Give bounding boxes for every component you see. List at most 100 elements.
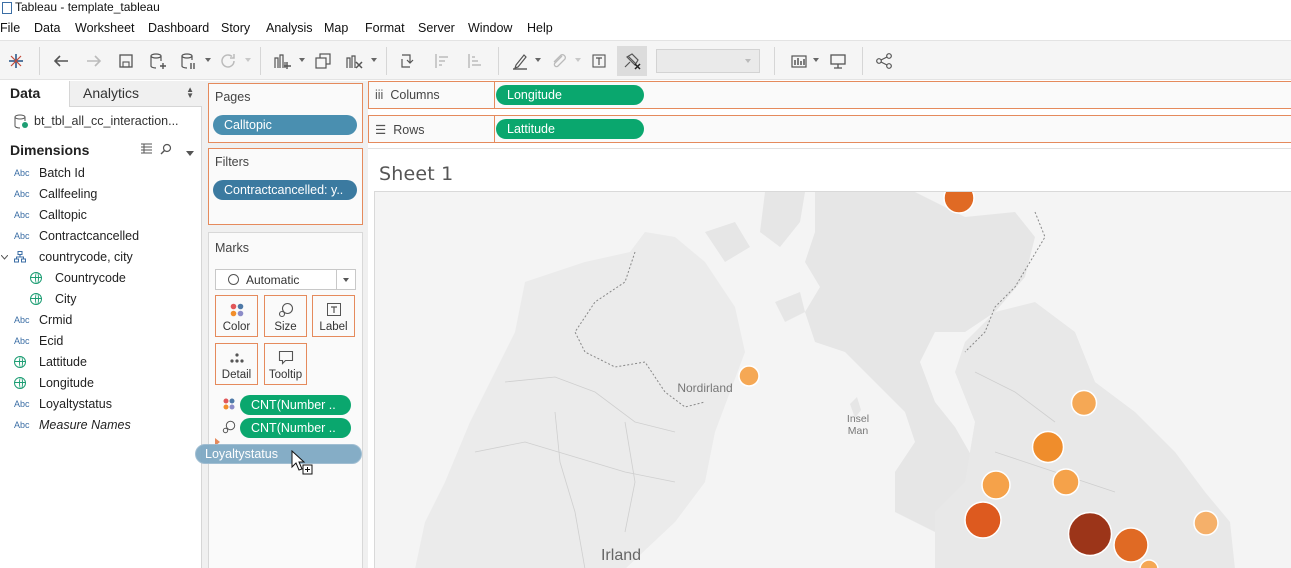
rows-pill-lattitude[interactable]: Lattitude — [496, 119, 644, 139]
field-ecid[interactable]: Abc Ecid — [14, 333, 194, 351]
undo-icon[interactable] — [49, 49, 73, 73]
pause-updates-icon[interactable] — [177, 49, 201, 73]
menu-file[interactable]: File — [0, 21, 20, 35]
datasource-item[interactable]: bt_tbl_all_cc_interaction... — [14, 113, 199, 131]
mark-type-select[interactable]: Automatic — [215, 269, 356, 290]
refresh-icon[interactable] — [216, 49, 240, 73]
string-type-icon: Abc — [14, 420, 30, 430]
menu-help[interactable]: Help — [527, 21, 553, 35]
app-icon — [2, 2, 12, 14]
datasource-icon — [14, 114, 28, 129]
menu-server[interactable]: Server — [418, 21, 455, 35]
view-list-icon[interactable] — [140, 143, 153, 157]
menu-dashboard[interactable]: Dashboard — [148, 21, 209, 35]
map-canvas: Nordirland Insel Man Irland — [375, 192, 1291, 568]
menu-format[interactable]: Format — [365, 21, 405, 35]
circle-mark-icon — [228, 274, 239, 285]
new-worksheet-icon[interactable] — [270, 49, 294, 73]
map-mark — [1031, 430, 1065, 464]
redo-icon[interactable] — [82, 49, 106, 73]
dimensions-heading: Dimensions — [10, 142, 90, 158]
filters-heading: Filters — [215, 155, 250, 169]
field-loyaltystatus[interactable]: Abc Loyaltystatus — [14, 396, 194, 414]
clear-sheet-icon[interactable] — [342, 49, 366, 73]
rows-shelf[interactable]: ☰ Rows Lattitude — [368, 115, 1291, 143]
menu-bar: File Data Worksheet Dashboard Story Anal… — [0, 18, 1291, 38]
pages-heading: Pages — [215, 90, 251, 104]
sort-descending-icon[interactable] — [463, 49, 487, 73]
field-hierarchy-countrycode-city[interactable]: countrycode, city — [0, 249, 194, 267]
data-pane: Data Analytics ▲ ▼ bt_tbl_all_cc_interact… — [0, 81, 202, 568]
map-view[interactable]: Nordirland Insel Man Irland — [374, 191, 1291, 568]
group-icon[interactable] — [547, 49, 571, 73]
duplicate-sheet-icon[interactable] — [311, 49, 335, 73]
drag-cursor-icon — [291, 450, 313, 475]
field-contractcancelled[interactable]: Abc Contractcancelled — [14, 228, 194, 246]
save-icon[interactable] — [114, 49, 138, 73]
pane-menu-chevron-icon[interactable] — [186, 147, 194, 159]
cards-pane: Pages Calltopic Filters Contractcancelle… — [202, 81, 368, 568]
map-mark — [738, 365, 760, 387]
filters-shelf[interactable]: Filters Contractcancelled: y.. — [208, 148, 363, 225]
field-crmid[interactable]: Abc Crmid — [14, 312, 194, 330]
chevron-down-icon[interactable] — [1, 255, 8, 260]
map-label-insel-man: Insel Man — [847, 413, 869, 437]
fit-select[interactable] — [656, 49, 760, 73]
chevron-down-icon[interactable] — [336, 270, 355, 289]
columns-shelf[interactable]: iii Columns Longitude — [368, 81, 1291, 109]
globe-icon — [30, 272, 42, 284]
map-mark — [981, 470, 1011, 500]
chevron-down-icon — [745, 59, 751, 63]
marks-size-button[interactable]: Size — [264, 295, 307, 337]
presentation-icon[interactable] — [826, 49, 850, 73]
menu-worksheet[interactable]: Worksheet — [75, 21, 135, 35]
datasource-name: bt_tbl_all_cc_interaction... — [34, 114, 179, 128]
highlight-icon[interactable] — [508, 49, 532, 73]
field-calltopic[interactable]: Abc Calltopic — [14, 207, 194, 225]
field-longitude[interactable]: Longitude — [14, 375, 194, 393]
field-callfeeling[interactable]: Abc Callfeeling — [14, 186, 194, 204]
field-countrycode[interactable]: Countrycode — [30, 270, 195, 288]
marks-color-button[interactable]: Color — [215, 295, 258, 337]
new-data-source-icon[interactable] — [146, 49, 170, 73]
fix-axes-icon[interactable] — [620, 49, 644, 73]
marks-tooltip-button[interactable]: Tooltip — [264, 343, 307, 385]
tab-analytics[interactable]: Analytics ▲ ▼ — [69, 81, 202, 107]
filter-pill-contractcancelled[interactable]: Contractcancelled: y.. — [213, 180, 357, 200]
field-measure-names[interactable]: Abc Measure Names — [14, 417, 194, 435]
menu-analysis[interactable]: Analysis — [266, 21, 313, 35]
sort-ascending-icon[interactable] — [430, 49, 454, 73]
menu-data[interactable]: Data — [34, 21, 60, 35]
tableau-logo-icon[interactable] — [4, 49, 28, 73]
menu-map[interactable]: Map — [324, 21, 348, 35]
marks-label-button[interactable]: Label — [312, 295, 355, 337]
color-icon — [230, 303, 244, 317]
show-labels-icon[interactable] — [587, 49, 611, 73]
share-icon[interactable] — [872, 49, 896, 73]
sheet-title[interactable]: Sheet 1 — [379, 163, 453, 185]
string-type-icon: Abc — [14, 399, 30, 409]
pages-pill-calltopic[interactable]: Calltopic — [213, 115, 357, 135]
pages-shelf[interactable]: Pages Calltopic — [208, 83, 363, 143]
marks-detail-button[interactable]: Detail — [215, 343, 258, 385]
columns-pill-longitude[interactable]: Longitude — [496, 85, 644, 105]
marks-heading: Marks — [215, 241, 250, 255]
field-batch-id[interactable]: Abc Batch Id — [14, 165, 194, 183]
rows-icon: ☰ — [375, 123, 387, 137]
show-me-icon[interactable] — [787, 49, 811, 73]
globe-icon — [30, 293, 42, 305]
swap-icon[interactable] — [396, 49, 420, 73]
tab-data[interactable]: Data — [0, 81, 69, 107]
marks-color-pill[interactable]: CNT(Number .. — [240, 395, 351, 415]
map-mark — [1052, 468, 1080, 496]
search-icon[interactable] — [160, 143, 172, 158]
menu-window[interactable]: Window — [468, 21, 512, 35]
string-type-icon: Abc — [14, 168, 30, 178]
field-lattitude[interactable]: Lattitude — [14, 354, 194, 372]
menu-story[interactable]: Story — [221, 21, 250, 35]
string-type-icon: Abc — [14, 336, 30, 346]
dragging-pill-loyaltystatus[interactable]: Loyaltystatus — [195, 444, 362, 464]
marks-size-pill[interactable]: CNT(Number .. — [240, 418, 351, 438]
map-mark — [1067, 511, 1113, 557]
field-city[interactable]: City — [30, 291, 195, 309]
